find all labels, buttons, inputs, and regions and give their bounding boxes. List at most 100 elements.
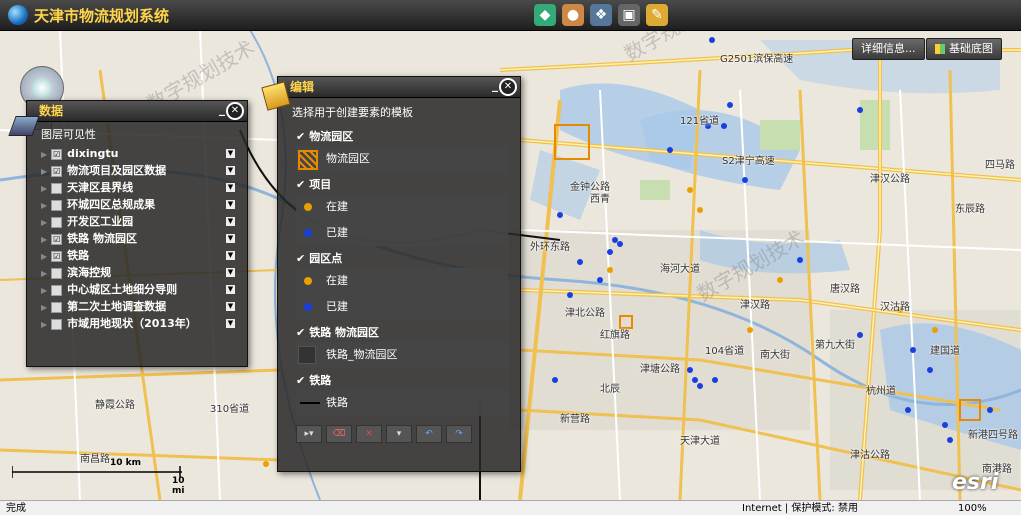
layer-checkbox[interactable]	[51, 301, 63, 313]
layer-row[interactable]: ▶ ☑ 铁路 ▼	[27, 247, 247, 264]
layer-row[interactable]: ▶ 开发区工业园 ▼	[27, 213, 247, 230]
map-label: 天津大道	[680, 436, 720, 447]
template-item[interactable]: 已建	[296, 294, 508, 320]
scale-mi-label: 10 mi	[172, 476, 185, 496]
layer-visibility-label: 图层可见性	[41, 128, 96, 141]
delete-tool-button[interactable]: ✕	[356, 425, 382, 443]
template-symbol-icon	[304, 203, 312, 211]
layer-row[interactable]: ▶ 中心城区土地细分导则 ▼	[27, 281, 247, 298]
layer-checkbox[interactable]	[51, 182, 63, 194]
expand-arrow-icon[interactable]: ▶	[41, 303, 47, 312]
template-item[interactable]: 在建	[296, 194, 508, 220]
basemap-label: 基础底图	[949, 42, 993, 55]
select-tool-button[interactable]: ▸▾	[296, 425, 322, 443]
map-label: 四马路	[985, 160, 1015, 171]
map-label: 西青	[590, 194, 610, 205]
close-button[interactable]: ✕	[226, 102, 244, 120]
map-label: 310省道	[210, 404, 250, 415]
map-label: 外环东路	[530, 242, 570, 253]
template-item[interactable]: 物流园区	[296, 146, 508, 172]
layer-menu-icon[interactable]: ▼	[226, 183, 235, 192]
layer-row[interactable]: ▶ ☑ dixingtu ▼	[27, 145, 247, 162]
security-zone: Internet | 保护模式: 禁用	[742, 503, 858, 514]
print-tool-icon[interactable]: ▣	[618, 4, 640, 26]
minimize-button[interactable]: _	[492, 75, 498, 95]
globe-tool-icon[interactable]: ●	[562, 4, 584, 26]
expand-arrow-icon[interactable]: ▶	[41, 218, 47, 227]
expand-arrow-icon[interactable]: ▶	[41, 269, 47, 278]
template-groups: ✔ 物流园区 物流园区 ✔ 项目 在建 已建 ✔ 园区点 在建 已建 ✔ 铁路 物流园区 铁路_物流园区 ✔…	[278, 124, 520, 416]
layer-label: 中心城区土地细分导则	[67, 283, 178, 296]
edit-tool-icon[interactable]: ✎	[646, 4, 668, 26]
map-label: 津汉路	[740, 300, 770, 311]
template-group-title: ✔ 铁路	[278, 368, 520, 390]
layer-menu-icon[interactable]: ▼	[226, 251, 235, 260]
layer-menu-icon[interactable]: ▼	[226, 149, 235, 158]
zoom-level[interactable]: 100%	[958, 501, 987, 515]
layer-row[interactable]: ▶ 滨海控规 ▼	[27, 264, 247, 281]
layer-label: 铁路 物流园区	[67, 232, 137, 245]
expand-arrow-icon[interactable]: ▶	[41, 150, 47, 159]
layer-checkbox[interactable]	[51, 216, 63, 228]
template-label: 已建	[326, 226, 348, 239]
expand-arrow-icon[interactable]: ▶	[41, 286, 47, 295]
expand-arrow-icon[interactable]: ▶	[41, 201, 47, 210]
group-label: 铁路	[309, 374, 332, 387]
map-label: 津沽公路	[850, 450, 890, 461]
details-button[interactable]: 详细信息...	[852, 38, 925, 60]
template-item[interactable]: 已建	[296, 220, 508, 246]
attribute-tool-button[interactable]: ▾	[386, 425, 412, 443]
expand-arrow-icon[interactable]: ▶	[41, 320, 47, 329]
check-icon: ✔	[296, 326, 306, 339]
layer-row[interactable]: ▶ ☑ 铁路 物流园区 ▼	[27, 230, 247, 247]
map-label: 海河大道	[660, 264, 700, 275]
layer-menu-icon[interactable]: ▼	[226, 302, 235, 311]
template-item[interactable]: 铁路_物流园区	[296, 342, 508, 368]
layer-checkbox[interactable]: ☑	[51, 233, 63, 245]
layers-tool-icon[interactable]: ◆	[534, 4, 556, 26]
expand-arrow-icon[interactable]: ▶	[41, 184, 47, 193]
layer-row[interactable]: ▶ 天津区县界线 ▼	[27, 179, 247, 196]
legend-tool-icon[interactable]: ❖	[590, 4, 612, 26]
layer-checkbox[interactable]	[51, 318, 63, 330]
layer-checkbox[interactable]	[51, 267, 63, 279]
layer-row[interactable]: ▶ 环城四区总规成果 ▼	[27, 196, 247, 213]
eraser-tool-button[interactable]: ⌫	[326, 425, 352, 443]
minimize-button[interactable]: _	[219, 99, 225, 119]
layer-checkbox[interactable]: ☑	[51, 165, 63, 177]
undo-button[interactable]: ↶	[416, 425, 442, 443]
template-symbol-icon	[304, 277, 312, 285]
map-label: 静霞公路	[95, 400, 135, 411]
status-text: 完成	[6, 503, 26, 514]
template-item[interactable]: 铁路	[296, 390, 508, 416]
expand-arrow-icon[interactable]: ▶	[41, 167, 47, 176]
layer-row[interactable]: ▶ 市域用地现状（2013年） ▼	[27, 315, 247, 332]
layer-menu-icon[interactable]: ▼	[226, 319, 235, 328]
layer-menu-icon[interactable]: ▼	[226, 217, 235, 226]
layer-list: ▶ ☑ dixingtu ▼ ▶ ☑ 物流项目及园区数据 ▼ ▶ 天津区县界线 ▼ ▶ 环城四区总规成果…	[27, 145, 247, 332]
expand-arrow-icon[interactable]: ▶	[41, 235, 47, 244]
layer-menu-icon[interactable]: ▼	[226, 285, 235, 294]
layer-checkbox[interactable]	[51, 284, 63, 296]
layer-row[interactable]: ▶ 第二次土地调查数据 ▼	[27, 298, 247, 315]
layer-menu-icon[interactable]: ▼	[226, 200, 235, 209]
zoom-globe-icon[interactable]	[32, 78, 52, 98]
layer-menu-icon[interactable]: ▼	[226, 268, 235, 277]
layer-checkbox[interactable]: ☑	[51, 148, 63, 160]
layer-label: 滨海控规	[67, 266, 112, 279]
basemap-button[interactable]: 基础底图	[926, 38, 1002, 60]
layer-menu-icon[interactable]: ▼	[226, 166, 235, 175]
template-symbol-icon	[298, 346, 316, 364]
redo-button[interactable]: ↷	[446, 425, 472, 443]
expand-arrow-icon[interactable]: ▶	[41, 252, 47, 261]
basemap-icon	[935, 44, 945, 54]
layer-menu-icon[interactable]: ▼	[226, 234, 235, 243]
layer-label: dixingtu	[67, 147, 119, 160]
layer-checkbox[interactable]	[51, 199, 63, 211]
close-button[interactable]: ✕	[499, 78, 517, 96]
layer-row[interactable]: ▶ ☑ 物流项目及园区数据 ▼	[27, 162, 247, 179]
map-label: 东辰路	[955, 204, 985, 215]
layer-checkbox[interactable]: ☑	[51, 250, 63, 262]
template-symbol-icon	[304, 229, 312, 237]
template-item[interactable]: 在建	[296, 268, 508, 294]
